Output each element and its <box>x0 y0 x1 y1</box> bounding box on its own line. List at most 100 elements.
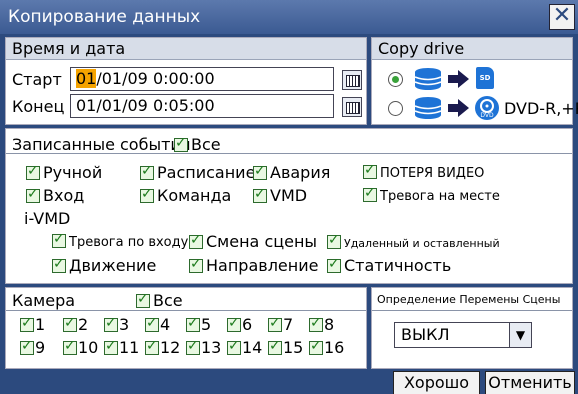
checkbox-icon <box>327 256 341 273</box>
ok-button[interactable]: Хорошо <box>393 371 480 394</box>
event-vmd-label: VMD <box>270 186 308 205</box>
event-schedule-label: Расписание <box>157 163 256 182</box>
ivmd-static[interactable]: Статичность <box>327 256 451 275</box>
event-input[interactable]: Вход <box>26 186 84 205</box>
camera-15-checkbox[interactable]: 15 <box>268 338 303 357</box>
ivmd-input-alarm[interactable]: Тревога по входу <box>52 231 188 250</box>
camera-number-label: 13 <box>201 338 222 357</box>
camera-1-checkbox[interactable]: 1 <box>20 315 45 334</box>
checkbox-icon <box>309 315 323 332</box>
event-vmd[interactable]: VMD <box>253 186 307 205</box>
ivmd-scene-change[interactable]: Смена сцены <box>189 232 317 251</box>
camera-12-checkbox[interactable]: 12 <box>145 338 180 357</box>
camera-2-checkbox[interactable]: 2 <box>63 315 88 334</box>
camera-number-label: 15 <box>283 338 304 357</box>
camera-number-label: 5 <box>201 315 212 334</box>
checkbox-icon <box>186 338 200 355</box>
close-button[interactable]: ✕ <box>549 4 575 30</box>
chevron-down-icon[interactable]: ▼ <box>509 323 531 347</box>
start-label: Старт <box>12 70 62 89</box>
ivmd-direction[interactable]: Направление <box>189 256 318 275</box>
end-field[interactable]: 01/01/09 0:05:00 <box>70 94 334 118</box>
camera-number-label: 10 <box>78 338 99 357</box>
camera-13-checkbox[interactable]: 13 <box>186 338 221 357</box>
window-title: Копирование данных <box>8 7 201 27</box>
camera-divider <box>6 310 366 311</box>
end-value: 01/01/09 0:05:00 <box>76 96 215 115</box>
camera-10-checkbox[interactable]: 10 <box>63 338 98 357</box>
checkbox-icon <box>145 315 159 332</box>
camera-6-checkbox[interactable]: 6 <box>227 315 252 334</box>
event-manual-label: Ручной <box>43 163 103 182</box>
camera-number-label: 16 <box>324 338 345 357</box>
checkbox-icon <box>268 315 282 332</box>
events-all-label: Все <box>191 135 221 154</box>
start-field[interactable]: 01/01/09 0:00:00 <box>70 67 334 91</box>
sd-card-icon: SD <box>476 67 494 89</box>
checkbox-icon <box>20 338 34 355</box>
camera-number-label: 8 <box>324 315 335 334</box>
copy-drive-header: Copy drive <box>372 38 572 60</box>
events-all-checkbox[interactable]: Все <box>174 135 221 154</box>
event-manual[interactable]: Ручной <box>26 163 102 182</box>
end-label: Конец <box>12 97 65 116</box>
camera-11-checkbox[interactable]: 11 <box>104 338 139 357</box>
camera-number-label: 4 <box>160 315 171 334</box>
cancel-button[interactable]: Отменить <box>485 371 575 394</box>
arrow-right-icon-2 <box>448 99 469 117</box>
event-alarm[interactable]: Авария <box>253 163 330 182</box>
camera-8-checkbox[interactable]: 8 <box>309 315 334 334</box>
scene-change-value: ВЫКЛ <box>401 325 450 344</box>
start-calendar-icon[interactable] <box>342 70 362 90</box>
checkbox-icon <box>189 256 203 273</box>
radio-dvd[interactable] <box>388 101 403 116</box>
scene-change-header: Определение Перемены Сцены <box>377 293 561 306</box>
scene-change-panel: Определение Перемены Сцены ВЫКЛ ▼ <box>371 287 573 369</box>
radio-sd[interactable] <box>388 72 403 87</box>
camera-number-label: 9 <box>35 338 46 357</box>
checkbox-icon <box>52 256 66 273</box>
scene-change-divider <box>372 310 572 311</box>
dvd-text: DVD <box>480 112 494 119</box>
camera-16-checkbox[interactable]: 16 <box>309 338 344 357</box>
ivmd-left-removed[interactable]: Удаленный и оставленный <box>327 232 500 250</box>
event-schedule[interactable]: Расписание <box>140 163 255 182</box>
camera-all-checkbox[interactable]: Все <box>136 291 183 310</box>
checkbox-icon <box>140 163 154 180</box>
checkbox-icon <box>227 315 241 332</box>
camera-9-checkbox[interactable]: 9 <box>20 338 45 357</box>
checkbox-icon <box>104 315 118 332</box>
start-highlight[interactable]: 01 <box>76 69 97 88</box>
checkbox-icon <box>136 291 150 308</box>
checkbox-icon <box>63 338 77 355</box>
camera-7-checkbox[interactable]: 7 <box>268 315 293 334</box>
camera-14-checkbox[interactable]: 14 <box>227 338 262 357</box>
datetime-header: Время и дата <box>6 38 366 60</box>
start-value: /01/09 0:00:00 <box>96 69 215 88</box>
ivmd-motion-label: Движение <box>69 256 157 275</box>
event-local-alarm[interactable]: Тревога на месте <box>363 185 500 204</box>
event-video-loss[interactable]: ПОТЕРЯ ВИДЕО <box>363 162 485 181</box>
checkbox-icon <box>26 163 40 180</box>
checkbox-icon <box>327 232 341 249</box>
end-calendar-icon[interactable] <box>342 97 362 117</box>
checkbox-icon <box>52 231 66 248</box>
events-header: Записанные события <box>12 135 191 154</box>
checkbox-icon <box>145 338 159 355</box>
scene-change-select[interactable]: ВЫКЛ ▼ <box>394 322 532 348</box>
ivmd-static-label: Статичность <box>344 256 452 275</box>
camera-number-label: 6 <box>242 315 253 334</box>
checkbox-icon <box>309 338 323 355</box>
ivmd-motion[interactable]: Движение <box>52 256 156 275</box>
camera-panel: Камера Все 12345678910111213141516 <box>5 287 367 369</box>
sd-text: SD <box>479 74 491 82</box>
events-divider <box>6 153 572 154</box>
event-command[interactable]: Команда <box>140 186 231 205</box>
camera-5-checkbox[interactable]: 5 <box>186 315 211 334</box>
ivmd-left-removed-label: Удаленный и оставленный <box>344 237 500 250</box>
camera-4-checkbox[interactable]: 4 <box>145 315 170 334</box>
hdd-icon-2 <box>414 97 442 119</box>
event-video-loss-label: ПОТЕРЯ ВИДЕО <box>380 166 485 181</box>
camera-3-checkbox[interactable]: 3 <box>104 315 129 334</box>
hdd-icon <box>414 68 442 90</box>
